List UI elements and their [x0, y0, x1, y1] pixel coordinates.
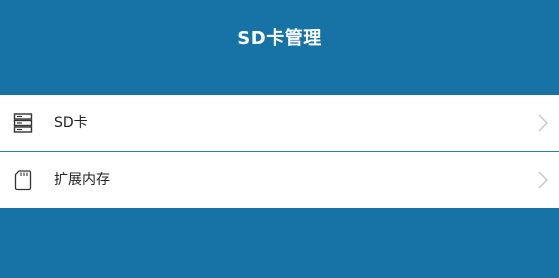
storage-list: SD卡 扩展内存 — [0, 95, 559, 208]
chevron-right-icon — [537, 113, 549, 133]
footer-background — [0, 208, 559, 278]
list-item-label: 扩展内存 — [54, 172, 110, 188]
page-title: SD卡管理 — [237, 28, 322, 49]
list-item-sd-card[interactable]: SD卡 — [0, 95, 559, 152]
list-item-extended-memory[interactable]: 扩展内存 — [0, 152, 559, 208]
sd-card-icon — [13, 169, 33, 191]
chevron-right-icon — [537, 170, 549, 190]
header-bar: SD卡管理 — [0, 0, 559, 95]
storage-icon — [13, 112, 33, 134]
list-item-label: SD卡 — [54, 115, 88, 131]
